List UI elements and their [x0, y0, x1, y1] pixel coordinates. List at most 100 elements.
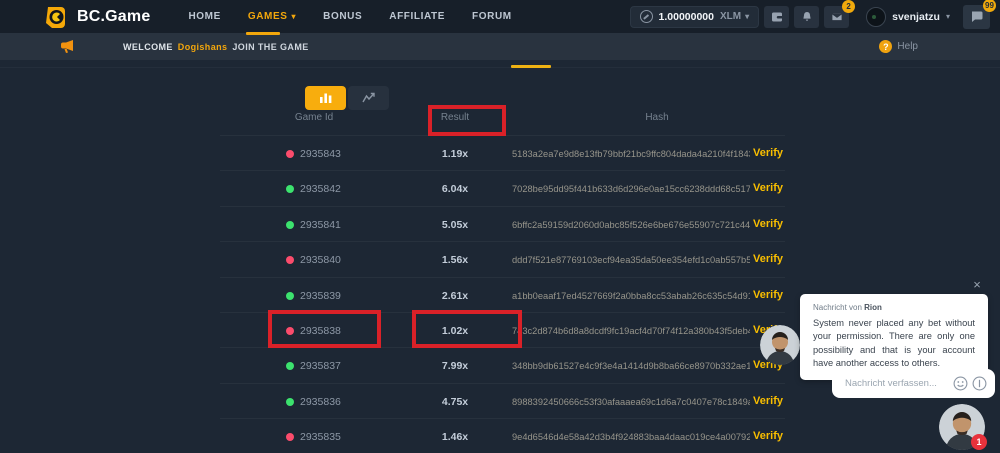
chevron-down-icon: ▾: [745, 12, 749, 21]
hash-value: 743c2d874b6d8a8dcdf9fc19acf4d70f74f12a38…: [512, 326, 750, 336]
messages-badge: 2: [842, 0, 855, 13]
brand-logo[interactable]: BC.Game: [44, 5, 150, 29]
chat-unread-badge: 1: [971, 434, 987, 450]
verify-link[interactable]: Verify: [753, 253, 783, 265]
table-row: 2935838 1.02x 743c2d874b6d8a8dcdf9fc19ac…: [220, 312, 785, 347]
status-dot: [286, 221, 294, 229]
trend-chart-icon: [362, 92, 376, 104]
nav-affiliate[interactable]: AFFILIATE: [389, 0, 445, 33]
brand-name: BC.Game: [77, 8, 150, 26]
nav-forum[interactable]: FORUM: [472, 0, 512, 33]
verify-link[interactable]: Verify: [753, 395, 783, 407]
game-id: 2935840: [300, 254, 341, 266]
top-nav: BC.Game HOME GAMES ▾ BONUS AFFILIATE FOR…: [0, 0, 1000, 33]
table-row: 2935837 7.99x 348bb9db61527e4c9f3e4a1414…: [220, 347, 785, 382]
chat-input-bar: [832, 369, 995, 398]
bcgame-logo-icon: [44, 5, 68, 29]
bell-icon: [801, 11, 813, 23]
nav-bonus[interactable]: BONUS: [323, 0, 362, 33]
announced-username-link[interactable]: Dogishans: [178, 42, 228, 52]
active-nav-underline: [246, 32, 280, 35]
chat-close-button[interactable]: ×: [969, 276, 985, 292]
support-agent-avatar: [760, 325, 800, 365]
chat-bubble-icon: [970, 10, 983, 23]
table-row: 2935835 1.46x 9e4d6546d4e58a42d3b4f92488…: [220, 418, 785, 453]
game-id: 2935835: [300, 431, 341, 443]
active-tab-indicator: [511, 65, 551, 68]
wallet-icon: [771, 11, 783, 23]
status-dot: [286, 327, 294, 335]
game-id: 2935839: [300, 290, 341, 302]
verify-link[interactable]: Verify: [753, 430, 783, 442]
chevron-down-icon: ▾: [292, 12, 297, 21]
table-row: 2935840 1.56x ddd7f521e87769103ecf94ea35…: [220, 241, 785, 276]
result-value: 5.05x: [395, 219, 515, 231]
currency-dropdown[interactable]: XLM ▾: [720, 11, 749, 22]
game-id: 2935836: [300, 396, 341, 408]
wallet-button[interactable]: [764, 6, 789, 28]
status-dot: [286, 150, 294, 158]
notifications-button[interactable]: [794, 6, 819, 28]
panel-divider: [0, 67, 1000, 68]
column-header-result: Result: [395, 112, 515, 123]
table-row: 2935842 6.04x 7028be95dd95f441b633d6d296…: [220, 170, 785, 205]
site-chat-button[interactable]: 99: [963, 5, 990, 29]
envelope-icon: [831, 11, 843, 23]
game-id: 2935837: [300, 360, 341, 372]
result-value: 7.99x: [395, 360, 515, 372]
game-id: 2935838: [300, 325, 341, 337]
status-dot: [286, 256, 294, 264]
game-table-header: Game Id Result Hash: [220, 112, 785, 132]
status-dot: [286, 185, 294, 193]
coin-icon: [640, 10, 653, 23]
history-view-toggles: [305, 86, 389, 110]
chat-sender-name: Rion: [864, 303, 882, 312]
table-row: 2935843 1.19x 5183a2ea7e9d8e13fb79bbf21b…: [220, 135, 785, 170]
nav-games[interactable]: GAMES ▾: [248, 0, 296, 33]
verify-link[interactable]: Verify: [753, 289, 783, 301]
hash-value: ddd7f521e87769103ecf94ea35da50ee354efd1c…: [512, 255, 750, 265]
attachment-icon[interactable]: [972, 376, 987, 391]
chat-message-text: System never placed any bet without your…: [813, 317, 975, 371]
hash-value: 5183a2ea7e9d8e13fb79bbf21bc9ffc804dada4a…: [512, 149, 750, 159]
column-header-hash: Hash: [597, 112, 717, 123]
status-dot: [286, 362, 294, 370]
game-id: 2935843: [300, 148, 341, 160]
game-id: 2935841: [300, 219, 341, 231]
table-row: 2935836 4.75x 8988392450666c53f30afaaaea…: [220, 383, 785, 418]
chat-message-meta: Nachricht von Rion: [813, 303, 975, 312]
result-value: 2.61x: [395, 290, 515, 302]
hash-value: 9e4d6546d4e58a42d3b4f924883baa4daac019ce…: [512, 432, 750, 442]
game-id: 2935842: [300, 183, 341, 195]
hash-value: 348bb9db61527e4c9f3e4a1414d9b8ba66ce8970…: [512, 361, 750, 371]
question-mark-icon: ?: [879, 40, 892, 53]
chat-launcher-avatar[interactable]: 1: [939, 404, 985, 450]
trend-view-toggle[interactable]: [348, 86, 389, 110]
balance-selector[interactable]: 1.00000000 XLM ▾: [630, 6, 760, 28]
bar-view-toggle[interactable]: [305, 86, 346, 110]
result-value: 1.02x: [395, 325, 515, 337]
bar-chart-icon: [319, 92, 333, 105]
table-row: 2935841 5.05x 6bffc2a59159d2060d0abc85f5…: [220, 206, 785, 241]
verify-link[interactable]: Verify: [753, 182, 783, 194]
announcement-bar: WELCOME Dogishans JOIN THE GAME ? Help: [0, 33, 1000, 60]
hash-value: 6bffc2a59159d2060d0abc85f526e6be676e5590…: [512, 220, 750, 230]
game-table-rows: 2935843 1.19x 5183a2ea7e9d8e13fb79bbf21b…: [220, 135, 785, 453]
emoji-icon[interactable]: [953, 376, 968, 391]
verify-link[interactable]: Verify: [753, 218, 783, 230]
table-row: 2935839 2.61x a1bb0eaaf17ed4527669f2a0bb…: [220, 277, 785, 312]
chat-message-input[interactable]: [845, 378, 949, 389]
result-value: 1.56x: [395, 254, 515, 266]
hash-value: 7028be95dd95f441b633d6d296e0ae15cc6238dd…: [512, 184, 750, 194]
site-chat-badge: 99: [983, 0, 996, 12]
help-button[interactable]: ? Help: [879, 40, 918, 53]
verify-link[interactable]: Verify: [753, 147, 783, 159]
column-header-game-id: Game Id: [254, 112, 374, 123]
nav-home[interactable]: HOME: [188, 0, 220, 33]
messages-button[interactable]: 2: [824, 6, 849, 28]
megaphone-icon: [60, 39, 77, 54]
chat-message-bubble: Nachricht von Rion System never placed a…: [800, 294, 988, 380]
account-menu[interactable]: svenjatzu ▾: [866, 7, 950, 27]
status-dot: [286, 433, 294, 441]
nav-right-cluster: 1.00000000 XLM ▾ 2: [630, 5, 990, 29]
